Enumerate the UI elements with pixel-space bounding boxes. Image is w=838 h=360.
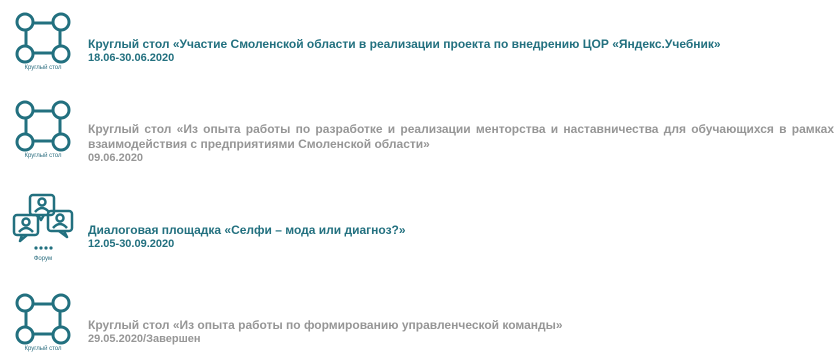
icon-caption: Круглый стол xyxy=(24,153,62,159)
round-table-icon xyxy=(15,12,71,64)
event-date: 29.05.2020/Завершен xyxy=(88,333,201,345)
event-icon-block: Круглый стол xyxy=(10,293,76,352)
round-table-icon xyxy=(15,293,71,345)
event-icon-block: Круглый стол xyxy=(10,12,76,71)
event-date: 12.05-30.09.2020 xyxy=(88,238,175,250)
round-table-icon xyxy=(15,100,71,152)
event-icon-block: Круглый стол xyxy=(10,100,76,159)
icon-caption: Круглый стол xyxy=(24,346,62,352)
event-text: Диалоговая площадка «Селфи – мода или ди… xyxy=(88,223,834,251)
event-text: Круглый стол «Участие Смоленской области… xyxy=(88,37,834,65)
event-date: 09.06.2020 xyxy=(88,152,144,164)
event-text: Круглый стол «Из опыта работы по разрабо… xyxy=(88,122,834,165)
event-title-link[interactable]: Круглый стол «Из опыта работы по формиро… xyxy=(88,318,834,333)
event-title-link[interactable]: Круглый стол «Участие Смоленской области… xyxy=(88,37,834,52)
event-title-link[interactable]: Круглый стол «Из опыта работы по разрабо… xyxy=(88,122,834,152)
event-title-link[interactable]: Диалоговая площадка «Селфи – мода или ди… xyxy=(88,223,834,238)
icon-caption: Форум xyxy=(33,256,53,262)
event-icon-block: Форум xyxy=(10,193,76,262)
icon-caption: Круглый стол xyxy=(24,65,62,71)
event-date: 18.06-30.06.2020 xyxy=(88,52,175,64)
event-text: Круглый стол «Из опыта работы по формиро… xyxy=(88,318,834,346)
forum-icon xyxy=(12,193,74,250)
